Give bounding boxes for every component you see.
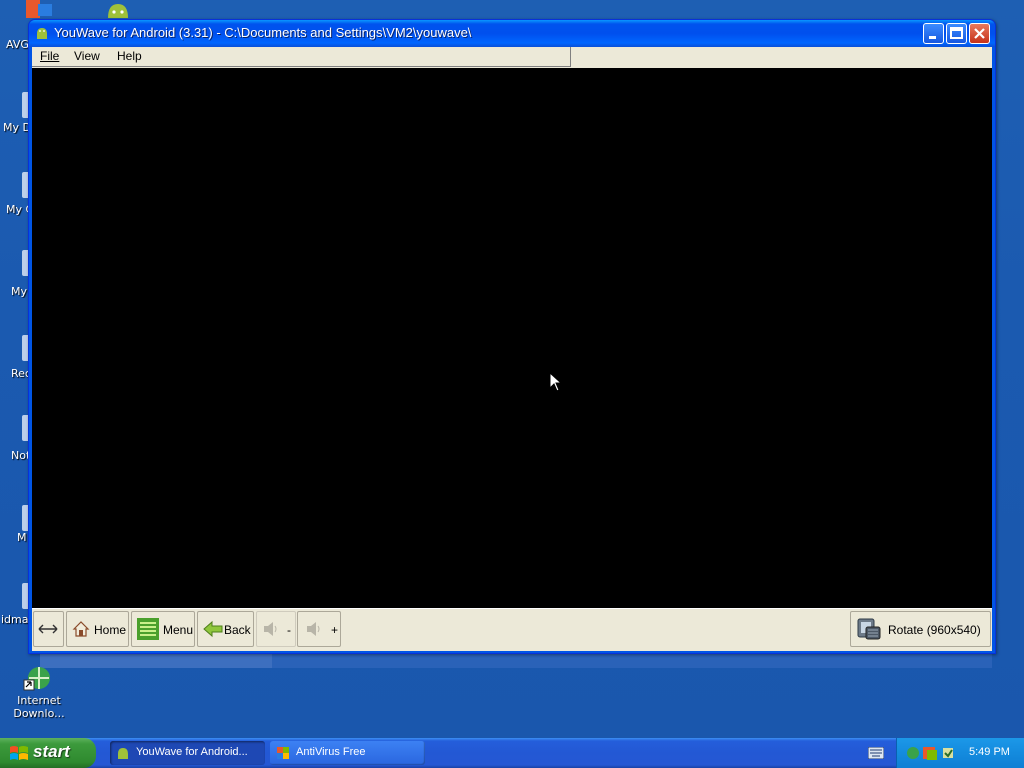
network-icon xyxy=(907,747,919,759)
taskbar-item-antivirus[interactable]: AntiVirus Free xyxy=(270,741,425,765)
volume-up-button[interactable]: + xyxy=(297,611,341,647)
window-title: YouWave for Android (3.31) - C:\Document… xyxy=(54,25,472,40)
back-arrow-icon xyxy=(203,620,223,638)
window-titlebar[interactable]: YouWave for Android (3.31) - C:\Document… xyxy=(29,20,995,47)
rotate-label: Rotate (960x540) xyxy=(888,623,981,637)
maximize-button[interactable] xyxy=(946,23,967,44)
keyboard-language-icon[interactable] xyxy=(868,747,884,759)
android-screen[interactable] xyxy=(32,68,992,608)
android-desktop-icon[interactable] xyxy=(104,0,132,20)
android-icon xyxy=(37,28,47,39)
clock[interactable]: 5:49 PM xyxy=(969,746,1010,758)
rotate-device-icon xyxy=(857,618,881,640)
avg-shield-icon xyxy=(26,0,52,18)
avg-shield-icon xyxy=(277,747,289,759)
volume-up-label: + xyxy=(331,623,339,637)
taskbar-item-youwave-label: YouWave for Android... xyxy=(136,746,248,758)
avg-icon[interactable] xyxy=(24,0,54,20)
back-button[interactable]: Back xyxy=(197,611,254,647)
idm-label-line2: Downlo... xyxy=(13,707,65,720)
internet-download-manager-shortcut[interactable]: Internet Downlo... xyxy=(8,664,70,720)
speaker-icon xyxy=(264,622,277,636)
tray-icons xyxy=(907,747,953,760)
menu-help[interactable]: Help xyxy=(117,49,142,63)
maximize-icon xyxy=(950,27,963,39)
home-button[interactable]: Home xyxy=(66,611,129,647)
start-label: start xyxy=(33,742,70,761)
mouse-cursor-icon xyxy=(549,372,563,392)
menu-bar: File View Help xyxy=(32,47,571,67)
windows-flag-icon xyxy=(10,746,28,760)
android-toolbar: Home Menu Back - + Rotate (960x540) xyxy=(32,608,992,651)
close-button[interactable] xyxy=(969,23,990,44)
close-icon xyxy=(974,28,985,39)
menu-file[interactable]: File xyxy=(40,49,59,63)
system-tray: 5:49 PM xyxy=(896,738,1024,768)
home-label: Home xyxy=(94,623,127,637)
idm-label-line1: Internet xyxy=(17,694,61,707)
volume-down-label: - xyxy=(287,623,291,637)
taskbar-item-antivirus-label: AntiVirus Free xyxy=(296,746,366,758)
menu-button[interactable]: Menu xyxy=(131,611,195,647)
back-label: Back xyxy=(224,623,251,637)
menu-list-icon xyxy=(137,618,159,640)
android-icon xyxy=(108,4,128,18)
resize-button[interactable] xyxy=(33,611,64,647)
rotate-button[interactable]: Rotate (960x540) xyxy=(850,611,991,647)
start-button[interactable]: start xyxy=(0,738,96,768)
idm-globe-icon xyxy=(23,667,50,691)
android-icon xyxy=(118,748,128,759)
background-window-strip-right xyxy=(272,652,992,668)
window-client-area: File View Help Home Menu Back - + Rotate… xyxy=(32,47,992,651)
minimize-button[interactable] xyxy=(923,23,944,44)
menu-label: Menu xyxy=(163,623,194,637)
background-window-strip xyxy=(40,652,272,668)
speaker-icon xyxy=(307,622,320,636)
youwave-window[interactable]: YouWave for Android (3.31) - C:\Document… xyxy=(28,19,996,654)
menu-view[interactable]: View xyxy=(74,49,100,63)
taskbar: start YouWave for Android... AntiVirus F… xyxy=(0,738,1024,768)
home-icon xyxy=(72,621,90,637)
volume-down-button[interactable]: - xyxy=(256,611,296,647)
resize-arrows-icon xyxy=(38,624,58,634)
minimize-icon xyxy=(929,36,936,39)
taskbar-item-youwave[interactable]: YouWave for Android... xyxy=(110,741,265,765)
